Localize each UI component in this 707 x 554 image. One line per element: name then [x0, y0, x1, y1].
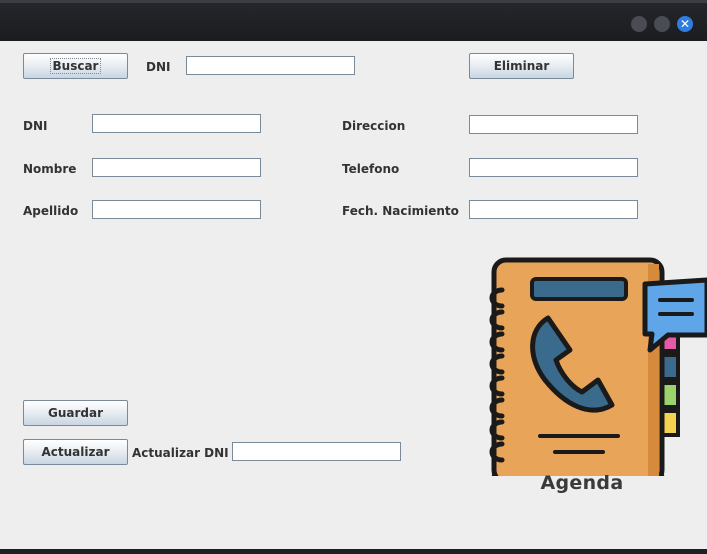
title-bar: ✕ — [0, 0, 707, 41]
agenda-logo — [470, 214, 707, 515]
close-icon: ✕ — [679, 17, 691, 31]
maximize-button[interactable] — [654, 16, 670, 32]
fecha-nacimiento-label: Fech. Nacimiento — [342, 204, 459, 218]
telefono-label: Telefono — [342, 162, 400, 176]
nombre-label: Nombre — [23, 162, 77, 176]
phone-book-icon — [489, 257, 707, 515]
search-button-label: Buscar — [49, 58, 102, 74]
delete-button[interactable]: Eliminar — [469, 53, 574, 79]
search-dni-label: DNI — [146, 60, 171, 74]
dni-input[interactable] — [92, 114, 261, 133]
apellido-input[interactable] — [92, 200, 261, 219]
direccion-label: Direccion — [342, 119, 406, 133]
nombre-input[interactable] — [92, 158, 261, 177]
close-button[interactable]: ✕ — [677, 16, 693, 32]
telefono-input[interactable] — [469, 158, 638, 177]
minimize-button[interactable] — [631, 16, 647, 32]
update-dni-input[interactable] — [232, 442, 401, 461]
update-button[interactable]: Actualizar — [23, 439, 128, 465]
dni-label: DNI — [23, 119, 48, 133]
search-button[interactable]: Buscar — [23, 53, 128, 79]
logo-text: Agenda — [540, 472, 624, 494]
update-dni-label: Actualizar DNI — [132, 446, 229, 460]
direccion-input[interactable] — [469, 115, 638, 134]
apellido-label: Apellido — [23, 204, 79, 218]
save-button[interactable]: Guardar — [23, 400, 128, 426]
search-dni-input[interactable] — [186, 56, 355, 75]
window-bottom-border — [0, 549, 707, 554]
